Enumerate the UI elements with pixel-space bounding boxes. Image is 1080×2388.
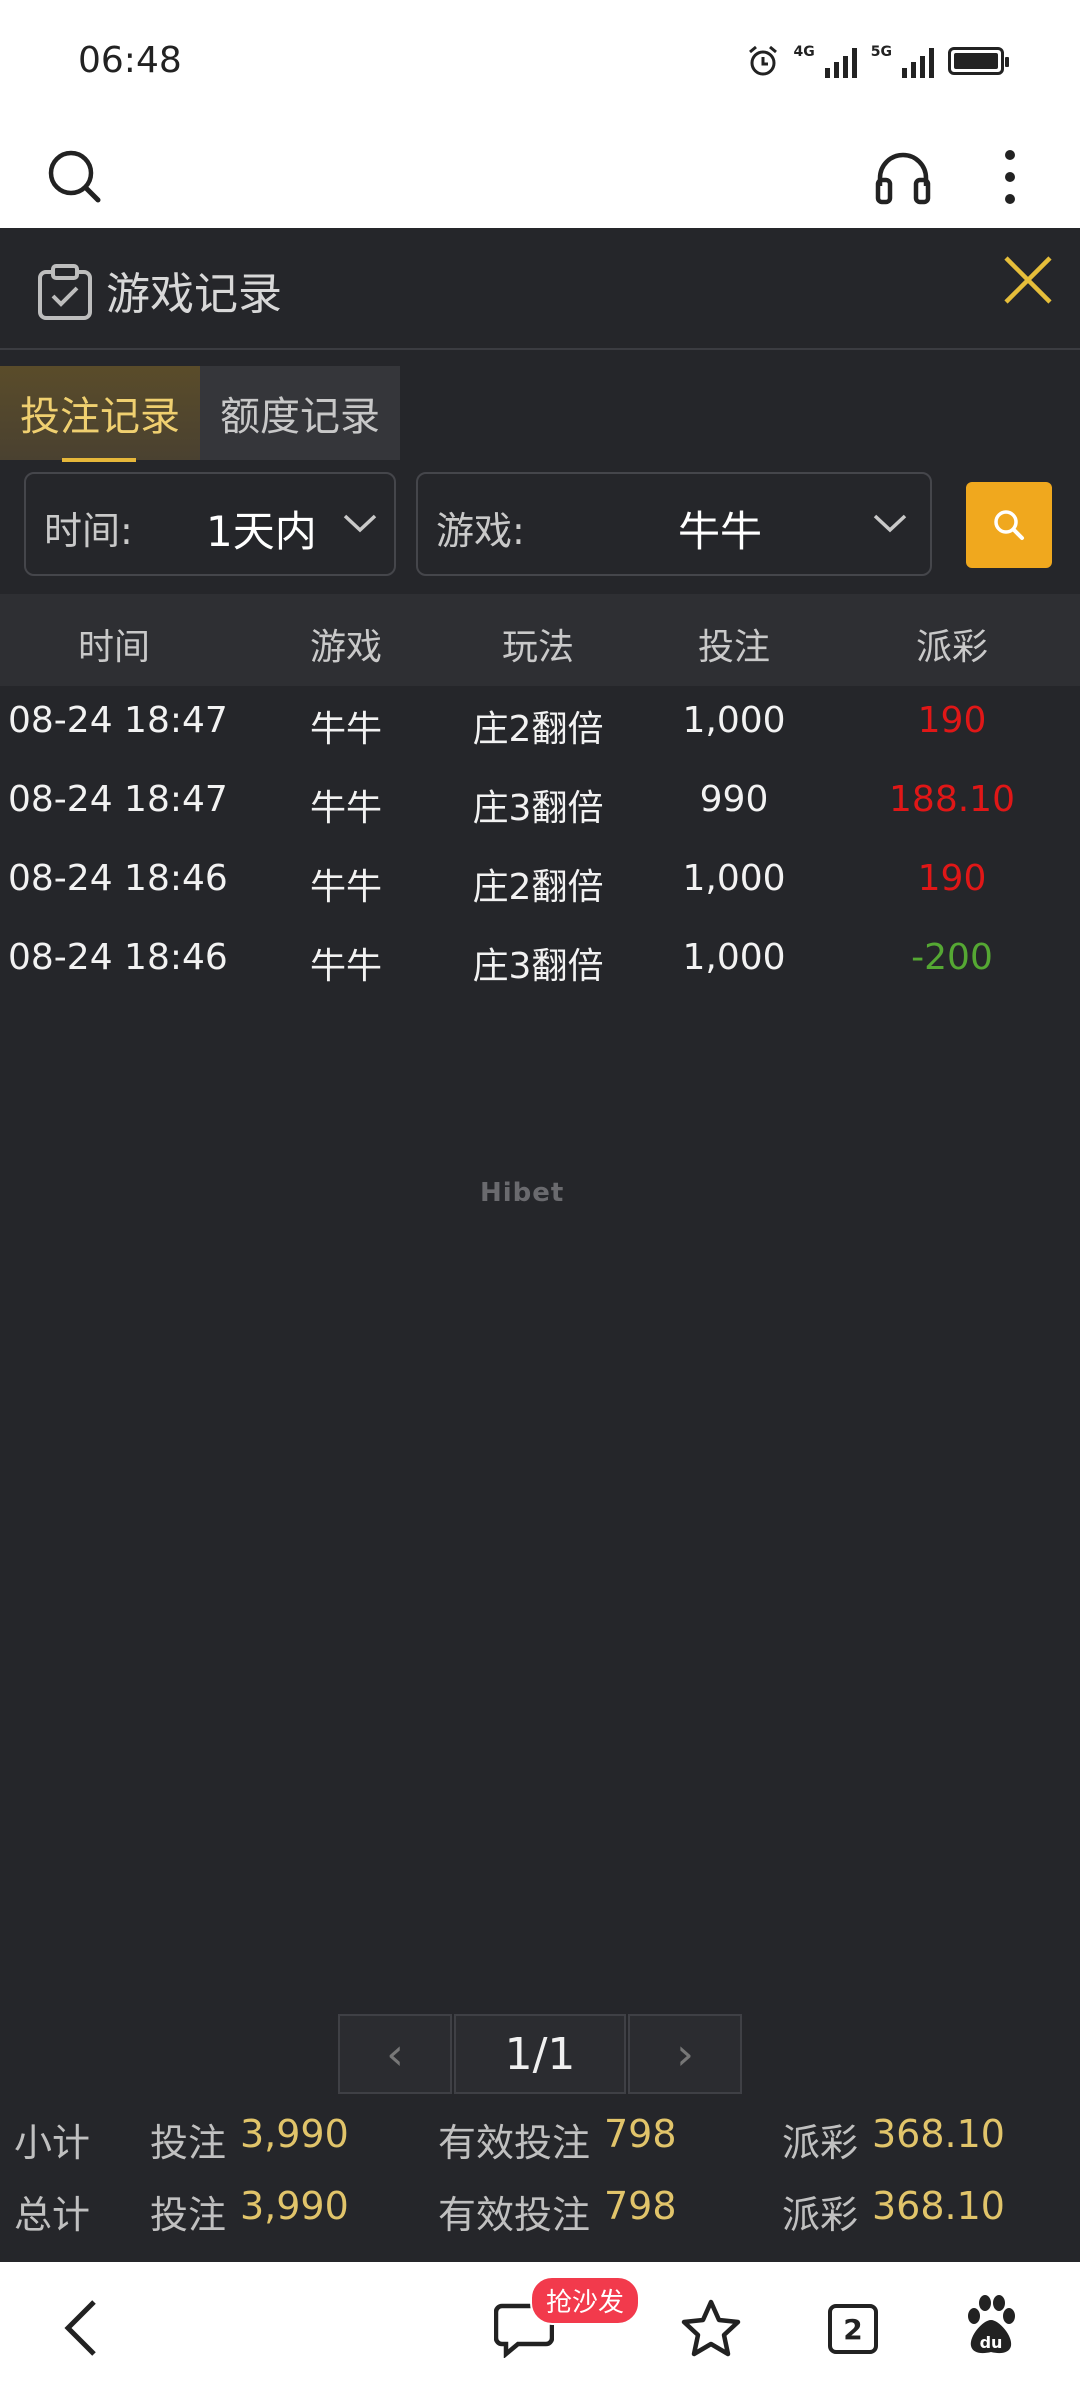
cell-payout: 190 [917, 858, 987, 899]
cell-play: 庄2翻倍 [472, 709, 604, 750]
cell-bet: 990 [699, 779, 769, 820]
table-row: 08-24 18:47 牛牛 庄2翻倍 1,000 190 [0, 686, 1080, 764]
total-bet-label: 投注 [150, 2193, 227, 2237]
time-filter-select[interactable]: 时间: 1天内 [24, 472, 396, 576]
cell-game: 牛牛 [309, 946, 383, 987]
column-header-time: 时间 [77, 627, 151, 668]
cell-game: 牛牛 [309, 788, 383, 829]
battery-icon [948, 47, 1009, 75]
cell-play: 庄2翻倍 [472, 867, 604, 908]
alarm-icon [748, 45, 777, 76]
total-valid-value: 798 [604, 2184, 677, 2228]
cell-time: 08-24 18:46 [8, 937, 228, 978]
comment-badge: 抢沙发 [530, 2276, 641, 2325]
cell-payout: -200 [911, 937, 993, 978]
tab-bet-records[interactable]: 投注记录 [0, 366, 200, 462]
record-tabs: 投注记录 额度记录 [0, 366, 400, 462]
tab-label: 额度记录 [220, 394, 380, 440]
cell-bet: 1,000 [682, 937, 786, 978]
status-icons: 4G 5G [746, 44, 1009, 78]
search-button[interactable] [966, 482, 1052, 568]
baidu-paw-icon[interactable]: du [962, 2294, 1020, 2356]
subtotal-payout-label: 派彩 [782, 2121, 859, 2165]
subtotal-valid-value: 798 [604, 2112, 677, 2156]
chevron-down-icon [343, 514, 377, 533]
total-label: 总计 [14, 2193, 91, 2237]
cell-time: 08-24 18:47 [8, 700, 228, 741]
total-payout-value: 368.10 [872, 2184, 1005, 2228]
total-valid-label: 有效投注 [438, 2193, 591, 2237]
svg-text:du: du [980, 2333, 1003, 2352]
more-menu-icon[interactable] [985, 142, 1035, 212]
star-icon[interactable] [680, 2298, 742, 2358]
clipboard-check-icon [38, 264, 92, 320]
column-header-play: 玩法 [501, 627, 575, 668]
game-filter-select[interactable]: 游戏: 牛牛 [416, 472, 932, 576]
subtotal-bet-label: 投注 [150, 2121, 227, 2165]
table-header: 时间 游戏 玩法 投注 派彩 [0, 594, 1080, 686]
game-filter-value: 牛牛 [678, 507, 763, 556]
subtotal-valid-label: 有效投注 [438, 2121, 591, 2165]
close-icon[interactable] [998, 250, 1058, 310]
cell-payout: 188.10 [889, 779, 1015, 820]
table-row: 08-24 18:46 牛牛 庄3翻倍 1,000 -200 [0, 923, 1080, 1001]
search-icon[interactable] [40, 142, 110, 212]
back-arrow-icon[interactable] [62, 2298, 102, 2358]
subtotal-bet-value: 3,990 [240, 2112, 349, 2156]
game-record-panel: 游戏记录 投注记录 额度记录 时间: 1天内 游戏: 牛牛 时间 游戏 玩法 投… [0, 228, 1080, 2262]
status-time: 06:48 [78, 40, 182, 81]
total-bet-value: 3,990 [240, 2184, 349, 2228]
chevron-right-icon: › [676, 2028, 694, 2080]
status-bar: 06:48 4G 5G [0, 0, 1080, 120]
cell-bet: 1,000 [682, 700, 786, 741]
signal-icon [902, 44, 934, 78]
network-5g-label: 5G [870, 44, 892, 60]
cell-game: 牛牛 [309, 867, 383, 908]
cell-play: 庄3翻倍 [472, 788, 604, 829]
cell-game: 牛牛 [309, 709, 383, 750]
game-filter-label: 游戏: [436, 509, 525, 553]
column-header-game: 游戏 [309, 627, 383, 668]
signal-icon [824, 44, 857, 78]
subtotal-label: 小计 [14, 2121, 91, 2165]
column-header-payout: 派彩 [915, 627, 989, 668]
cell-time: 08-24 18:46 [8, 858, 228, 899]
subtotal-payout-value: 368.10 [872, 2112, 1005, 2156]
next-page-button[interactable]: › [628, 2014, 742, 2094]
tabs-count-button[interactable]: 2 [828, 2304, 878, 2354]
table-row: 08-24 18:46 牛牛 庄2翻倍 1,000 190 [0, 844, 1080, 922]
cell-payout: 190 [917, 700, 987, 741]
cell-bet: 1,000 [682, 858, 786, 899]
page-indicator: 1/1 [454, 2014, 626, 2094]
cell-play: 庄3翻倍 [472, 946, 604, 987]
time-filter-label: 时间: [44, 509, 133, 553]
column-header-bet: 投注 [697, 627, 771, 668]
subtotal-row: 小计 投注 3,990 有效投注 798 派彩 368.10 [0, 2102, 1080, 2172]
watermark-logo: Hibet [480, 1178, 565, 1208]
tab-credit-records[interactable]: 额度记录 [200, 366, 400, 460]
time-filter-value: 1天内 [206, 507, 317, 556]
total-row: 总计 投注 3,990 有效投注 798 派彩 368.10 [0, 2174, 1080, 2244]
chevron-left-icon: ‹ [386, 2028, 404, 2080]
page-indicator-text: 1/1 [504, 2028, 576, 2080]
panel-title: 游戏记录 [106, 269, 282, 320]
panel-header: 游戏记录 [0, 228, 1080, 350]
network-4g-label: 4G [793, 44, 815, 60]
chevron-down-icon [873, 514, 907, 533]
browser-toolbar [0, 120, 1080, 228]
tab-label: 投注记录 [20, 394, 180, 440]
cell-time: 08-24 18:47 [8, 779, 228, 820]
table-row: 08-24 18:47 牛牛 庄3翻倍 990 188.10 [0, 765, 1080, 843]
bottom-navigation: 抢沙发 2 du [0, 2262, 1080, 2388]
total-payout-label: 派彩 [782, 2193, 859, 2237]
search-icon [994, 510, 1024, 540]
headphones-icon[interactable] [868, 142, 938, 212]
prev-page-button[interactable]: ‹ [338, 2014, 452, 2094]
